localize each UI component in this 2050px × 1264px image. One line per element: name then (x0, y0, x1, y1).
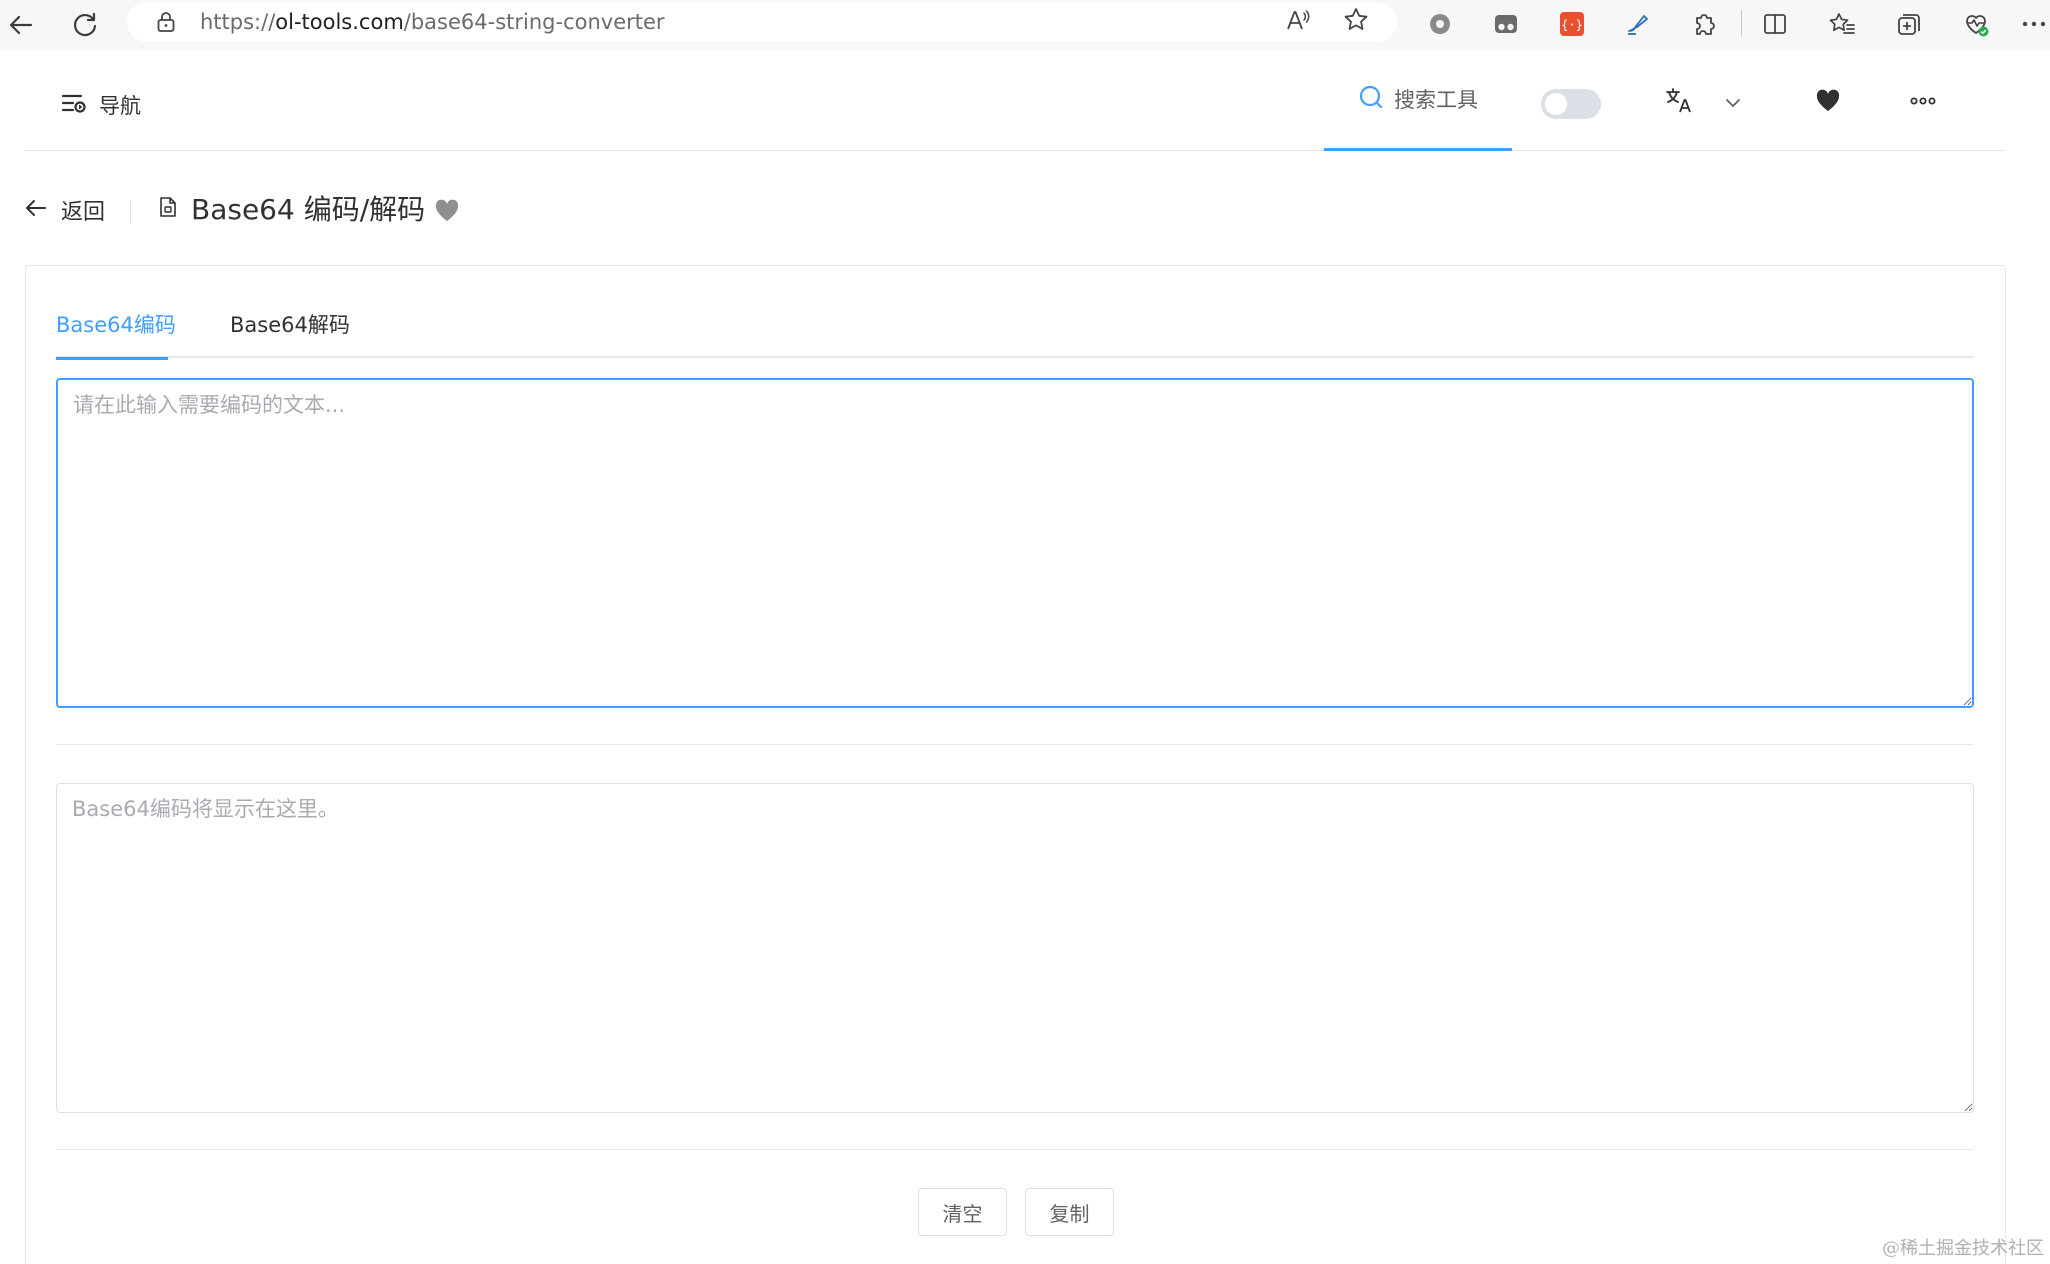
toolbar-separator (1741, 10, 1742, 36)
arrow-left-icon (25, 198, 47, 223)
document-icon (159, 192, 177, 225)
back-arrow-icon[interactable] (0, 4, 42, 46)
url-text[interactable]: https://ol-tools.com/base64-string-conve… (200, 8, 665, 36)
back-label: 返回 (61, 200, 106, 225)
read-aloud-icon[interactable] (1285, 8, 1311, 40)
url-scheme: https:// (200, 10, 276, 34)
input-textarea[interactable] (56, 378, 1974, 708)
chevron-down-icon (1725, 93, 1741, 112)
tabs: Base64编码 Base64解码 (56, 306, 1974, 360)
favorites-heart-icon[interactable] (1814, 84, 1842, 118)
browser-essentials-icon[interactable] (1960, 8, 1992, 40)
split-screen-icon[interactable] (1759, 8, 1791, 40)
nav-menu-button[interactable]: 导航 (61, 90, 141, 120)
watermark-text: @稀土掘金技术社区 (1882, 1238, 2044, 1259)
address-bar[interactable]: https://ol-tools.com/base64-string-conve… (127, 2, 1397, 42)
more-options-icon[interactable] (1905, 84, 1941, 118)
language-select[interactable] (1665, 86, 1741, 118)
extensions-puzzle-icon[interactable] (1688, 8, 1720, 40)
extension-json-icon[interactable]: {·} (1556, 8, 1588, 40)
tab-base64-decode[interactable]: Base64解码 (230, 306, 350, 358)
url-domain: ol-tools.com (275, 10, 404, 34)
page-header: 返回 Base64 编码/解码 (25, 180, 1025, 240)
menu-unfold-icon (61, 92, 87, 119)
page-title: Base64 编码/解码 (159, 188, 425, 228)
header-divider (130, 200, 131, 224)
page-title-text: Base64 编码/解码 (191, 193, 426, 226)
extension-glasses-icon[interactable] (1490, 8, 1522, 40)
copy-button[interactable]: 复制 (1025, 1188, 1114, 1236)
search-tool-label: 搜索工具 (1394, 88, 1478, 112)
collections-icon[interactable] (1893, 8, 1925, 40)
search-icon (1358, 84, 1384, 115)
refresh-icon[interactable] (64, 4, 106, 46)
back-button[interactable]: 返回 (25, 194, 105, 226)
translate-icon (1665, 86, 1693, 118)
search-tool-tab[interactable]: 搜索工具 (1324, 50, 1512, 151)
favorite-star-icon[interactable] (1342, 6, 1370, 41)
extension-gear-icon[interactable] (1424, 8, 1456, 40)
clear-button[interactable]: 清空 (918, 1188, 1007, 1236)
tab-base64-encode[interactable]: Base64编码 (56, 306, 176, 360)
browser-more-icon[interactable] (2018, 8, 2050, 40)
svg-text:{·}: {·} (1561, 18, 1583, 32)
output-textarea[interactable] (56, 783, 1974, 1113)
browser-toolbar: https://ol-tools.com/base64-string-conve… (0, 0, 2050, 50)
section-divider (56, 1149, 1974, 1150)
section-divider (56, 744, 1974, 745)
add-favorite-heart-icon[interactable] (432, 196, 462, 226)
lock-icon[interactable] (153, 9, 179, 35)
converter-card: Base64编码 Base64解码 清空 复制 (25, 265, 2006, 1264)
url-path: /base64-string-converter (403, 10, 665, 34)
nav-label: 导航 (99, 94, 141, 118)
extension-brush-icon[interactable] (1622, 8, 1654, 40)
dark-mode-switch[interactable] (1541, 89, 1601, 119)
switch-knob (1545, 93, 1567, 115)
favorites-icon[interactable] (1826, 8, 1858, 40)
app-header: 导航 搜索工具 (25, 50, 2005, 151)
